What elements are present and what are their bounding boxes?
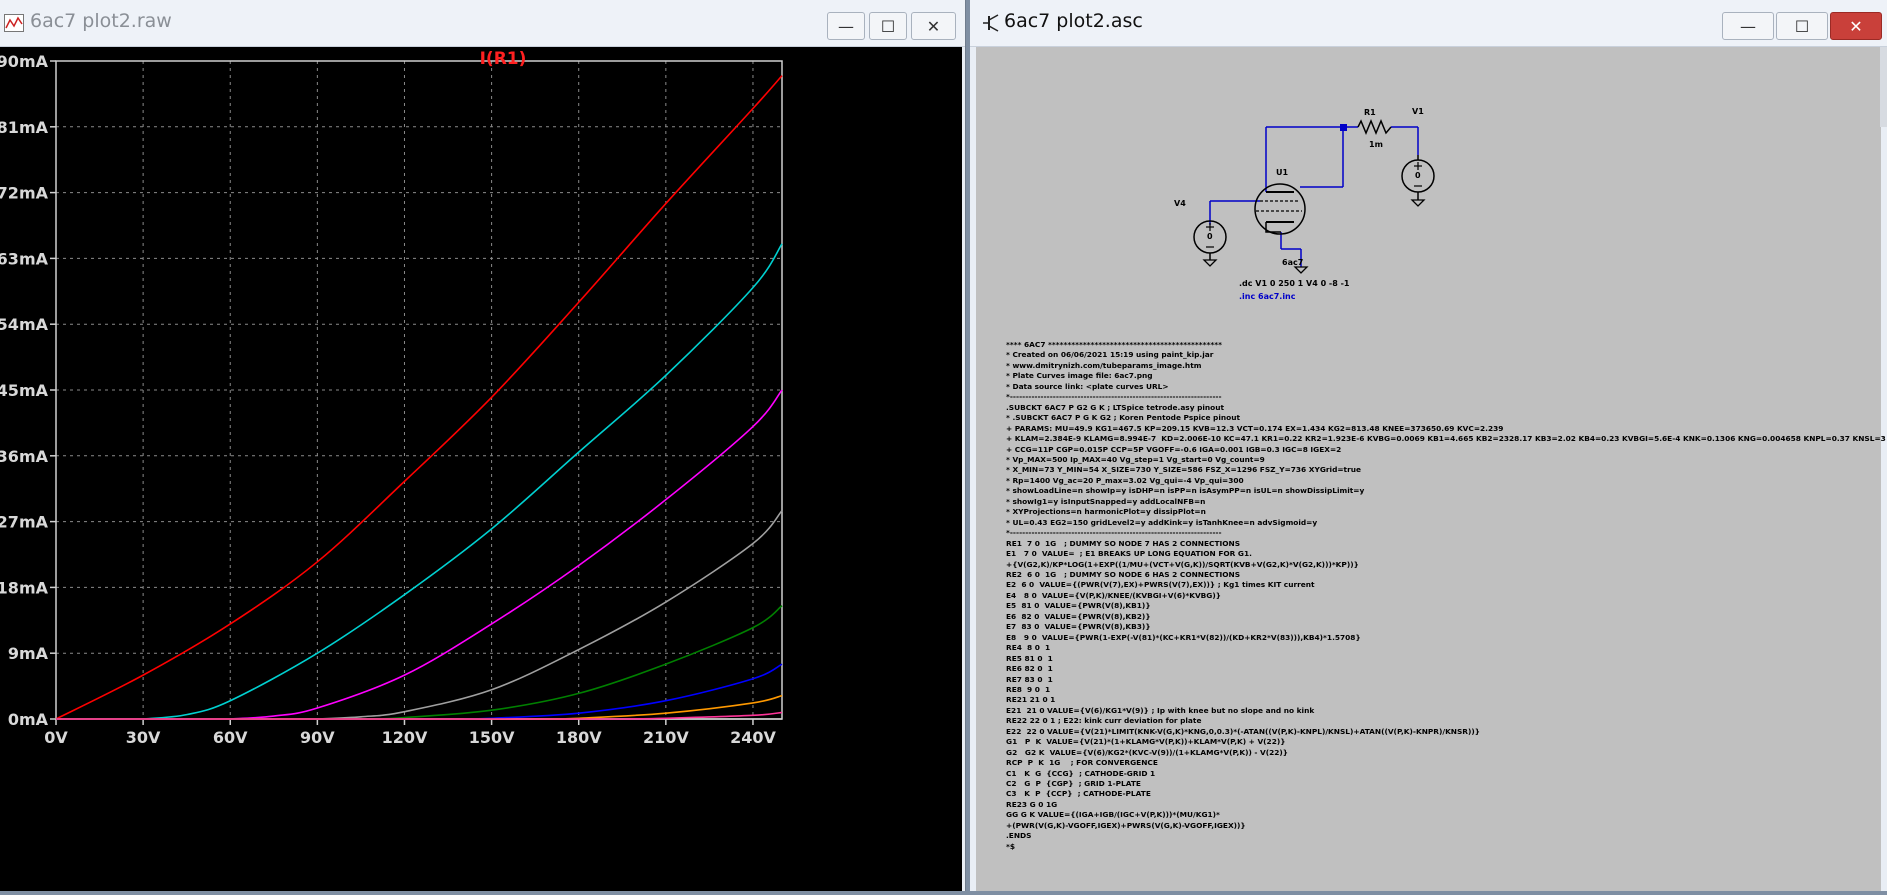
junction-dot bbox=[1340, 124, 1347, 131]
y-tick-label: 63mA bbox=[0, 249, 49, 268]
v4-label[interactable]: V4 bbox=[1174, 199, 1186, 208]
resistor-r1[interactable] bbox=[1357, 119, 1392, 135]
plot-window-title: 6ac7 plot2.raw bbox=[30, 10, 172, 32]
r1-value[interactable]: 1m bbox=[1369, 140, 1383, 149]
include-directive[interactable]: .inc 6ac7.inc bbox=[1239, 292, 1296, 301]
y-tick-label: 18mA bbox=[0, 578, 49, 597]
x-tick-label: 60V bbox=[213, 728, 248, 747]
x-tick-label: 120V bbox=[382, 728, 428, 747]
v1-label[interactable]: V1 bbox=[1412, 107, 1424, 116]
x-tick-label: 90V bbox=[300, 728, 335, 747]
schematic-window-title: 6ac7 plot2.asc bbox=[1004, 10, 1143, 32]
spice-netlist[interactable]: **** 6AC7 ******************************… bbox=[1006, 340, 1886, 852]
x-tick-label: 150V bbox=[469, 728, 515, 747]
v4-value[interactable]: 0 bbox=[1207, 232, 1213, 241]
y-tick-label: 9mA bbox=[8, 644, 49, 663]
u1-label[interactable]: U1 bbox=[1276, 168, 1288, 177]
ground-icon bbox=[1202, 259, 1218, 267]
ground-icon bbox=[1410, 199, 1426, 207]
x-tick-label: 240V bbox=[730, 728, 776, 747]
maximize-icon: ☐ bbox=[1794, 16, 1810, 36]
series-line-1[interactable] bbox=[56, 243, 783, 720]
y-tick-label: 36mA bbox=[0, 447, 49, 466]
dc-directive[interactable]: .dc V1 0 250 1 V4 0 -8 -1 bbox=[1239, 279, 1349, 288]
close-icon: ✕ bbox=[1849, 16, 1863, 36]
series-line-5[interactable] bbox=[56, 663, 783, 720]
ground-icon bbox=[1293, 266, 1309, 274]
x-tick-label: 210V bbox=[643, 728, 689, 747]
y-tick-label: 54mA bbox=[0, 315, 49, 334]
scrollbar[interactable] bbox=[1880, 47, 1887, 127]
series-line-0[interactable] bbox=[55, 75, 783, 720]
minimize-icon: — bbox=[838, 16, 854, 36]
x-tick-label: 0V bbox=[44, 728, 68, 747]
schematic-titlebar[interactable]: 6ac7 plot2.asc — ☐ ✕ bbox=[970, 0, 1887, 47]
maximize-button[interactable]: ☐ bbox=[1776, 12, 1828, 40]
v1-value[interactable]: 0 bbox=[1415, 171, 1421, 180]
y-tick-label: 45mA bbox=[0, 381, 49, 400]
schematic-window: 6ac7 plot2.asc — ☐ ✕ R1 1m V1 0 V4 0 U1 … bbox=[970, 0, 1887, 891]
y-tick-label: 90mA bbox=[0, 52, 49, 71]
series-line-3[interactable] bbox=[56, 510, 783, 720]
schematic-drawing bbox=[1193, 119, 1435, 274]
close-icon: ✕ bbox=[926, 16, 941, 36]
x-tick-label: 30V bbox=[126, 728, 161, 747]
plot-titlebar[interactable]: 6ac7 plot2.raw — ☐ ✕ bbox=[0, 0, 965, 47]
minimize-icon: — bbox=[1740, 16, 1756, 36]
maximize-button[interactable]: ☐ bbox=[869, 12, 907, 40]
chart-title: I(R1) bbox=[480, 49, 527, 69]
x-tick-label: 180V bbox=[556, 728, 602, 747]
y-tick-label: 27mA bbox=[0, 513, 49, 532]
schematic-canvas[interactable]: R1 1m V1 0 V4 0 U1 6ac7 .dc V1 0 250 1 V… bbox=[976, 47, 1886, 891]
y-tick-label: 0mA bbox=[8, 710, 49, 729]
plot-window: 6ac7 plot2.raw — ☐ ✕ 0mA 9mA 18mA 27mA 36mA 4… bbox=[0, 0, 966, 891]
y-tick-label: 81mA bbox=[0, 118, 49, 137]
maximize-icon: ☐ bbox=[880, 16, 896, 36]
y-tick-label: 72mA bbox=[0, 184, 49, 203]
minimize-button[interactable]: — bbox=[1722, 12, 1774, 40]
chart: 0mA 9mA 18mA 27mA 36mA 45mA 54mA 63mA 72mA 81mA 90… bbox=[0, 49, 783, 747]
u1-model[interactable]: 6ac7 bbox=[1282, 258, 1303, 267]
plot-pane[interactable]: 0mA 9mA 18mA 27mA 36mA 45mA 54mA 63mA 72mA 81mA 90… bbox=[0, 47, 962, 891]
minimize-button[interactable]: — bbox=[827, 12, 865, 40]
schematic-icon bbox=[983, 14, 999, 32]
waveform-icon bbox=[4, 14, 24, 32]
tube-u1[interactable] bbox=[1254, 183, 1306, 235]
series-line-2[interactable] bbox=[56, 389, 783, 720]
close-button[interactable]: ✕ bbox=[1830, 12, 1882, 40]
r1-label[interactable]: R1 bbox=[1364, 108, 1376, 117]
close-button[interactable]: ✕ bbox=[911, 12, 956, 40]
